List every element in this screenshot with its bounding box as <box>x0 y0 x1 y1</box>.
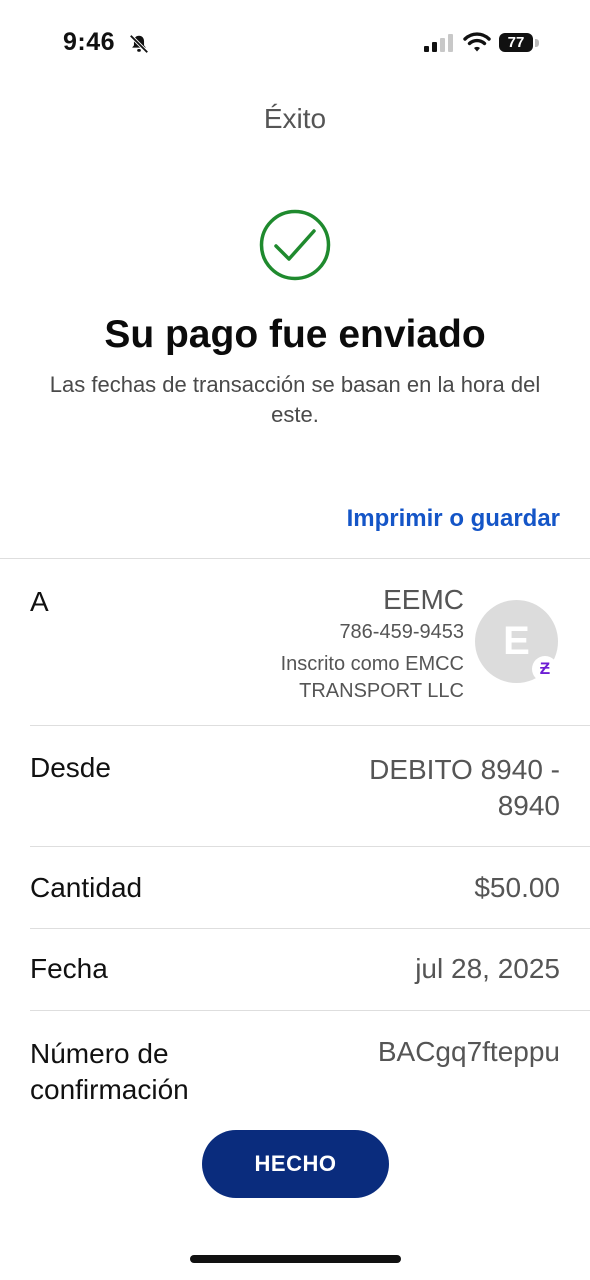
done-button[interactable]: HECHO <box>202 1130 389 1198</box>
success-headline: Su pago fue enviado <box>104 313 486 356</box>
from-account-value: DEBITO 8940 - 8940 <box>369 754 560 821</box>
battery-cap <box>535 39 539 47</box>
amount-label: Cantidad <box>30 872 143 903</box>
divider <box>30 725 590 726</box>
amount-value: $50.00 <box>474 872 560 903</box>
from-label: Desde <box>30 752 111 783</box>
recipient-phone: 786-459-9453 <box>339 621 464 643</box>
recipient-label: A <box>30 586 49 617</box>
divider <box>30 928 590 929</box>
date-value: jul 28, 2025 <box>415 953 560 984</box>
recipient-name: EEMC <box>383 584 464 615</box>
status-time: 9:46 <box>63 28 116 56</box>
page-title: Éxito <box>263 103 327 134</box>
battery-icon: 77 <box>499 33 541 53</box>
battery-level: 77 <box>499 33 533 52</box>
print-or-save-link[interactable]: Imprimir o guardar <box>347 505 560 533</box>
recipient-enrolled-name: Inscrito como EMCC TRANSPORT LLC <box>280 653 464 702</box>
home-indicator[interactable] <box>190 1255 401 1263</box>
zelle-badge-icon: Ƶ <box>532 656 558 682</box>
date-label: Fecha <box>30 953 108 984</box>
wifi-icon <box>463 32 491 52</box>
bell-slash-icon <box>129 34 149 54</box>
confirmation-number-value: BACgq7fteppu <box>377 1036 560 1067</box>
divider <box>30 846 590 847</box>
divider <box>0 558 590 559</box>
timezone-note: Las fechas de transacción se basan en la… <box>49 372 541 427</box>
cellular-signal-icon <box>424 34 453 52</box>
divider <box>30 1010 590 1011</box>
confirmation-number-label: Número de confirmación <box>30 1038 189 1105</box>
checkmark-circle-icon <box>259 209 331 281</box>
